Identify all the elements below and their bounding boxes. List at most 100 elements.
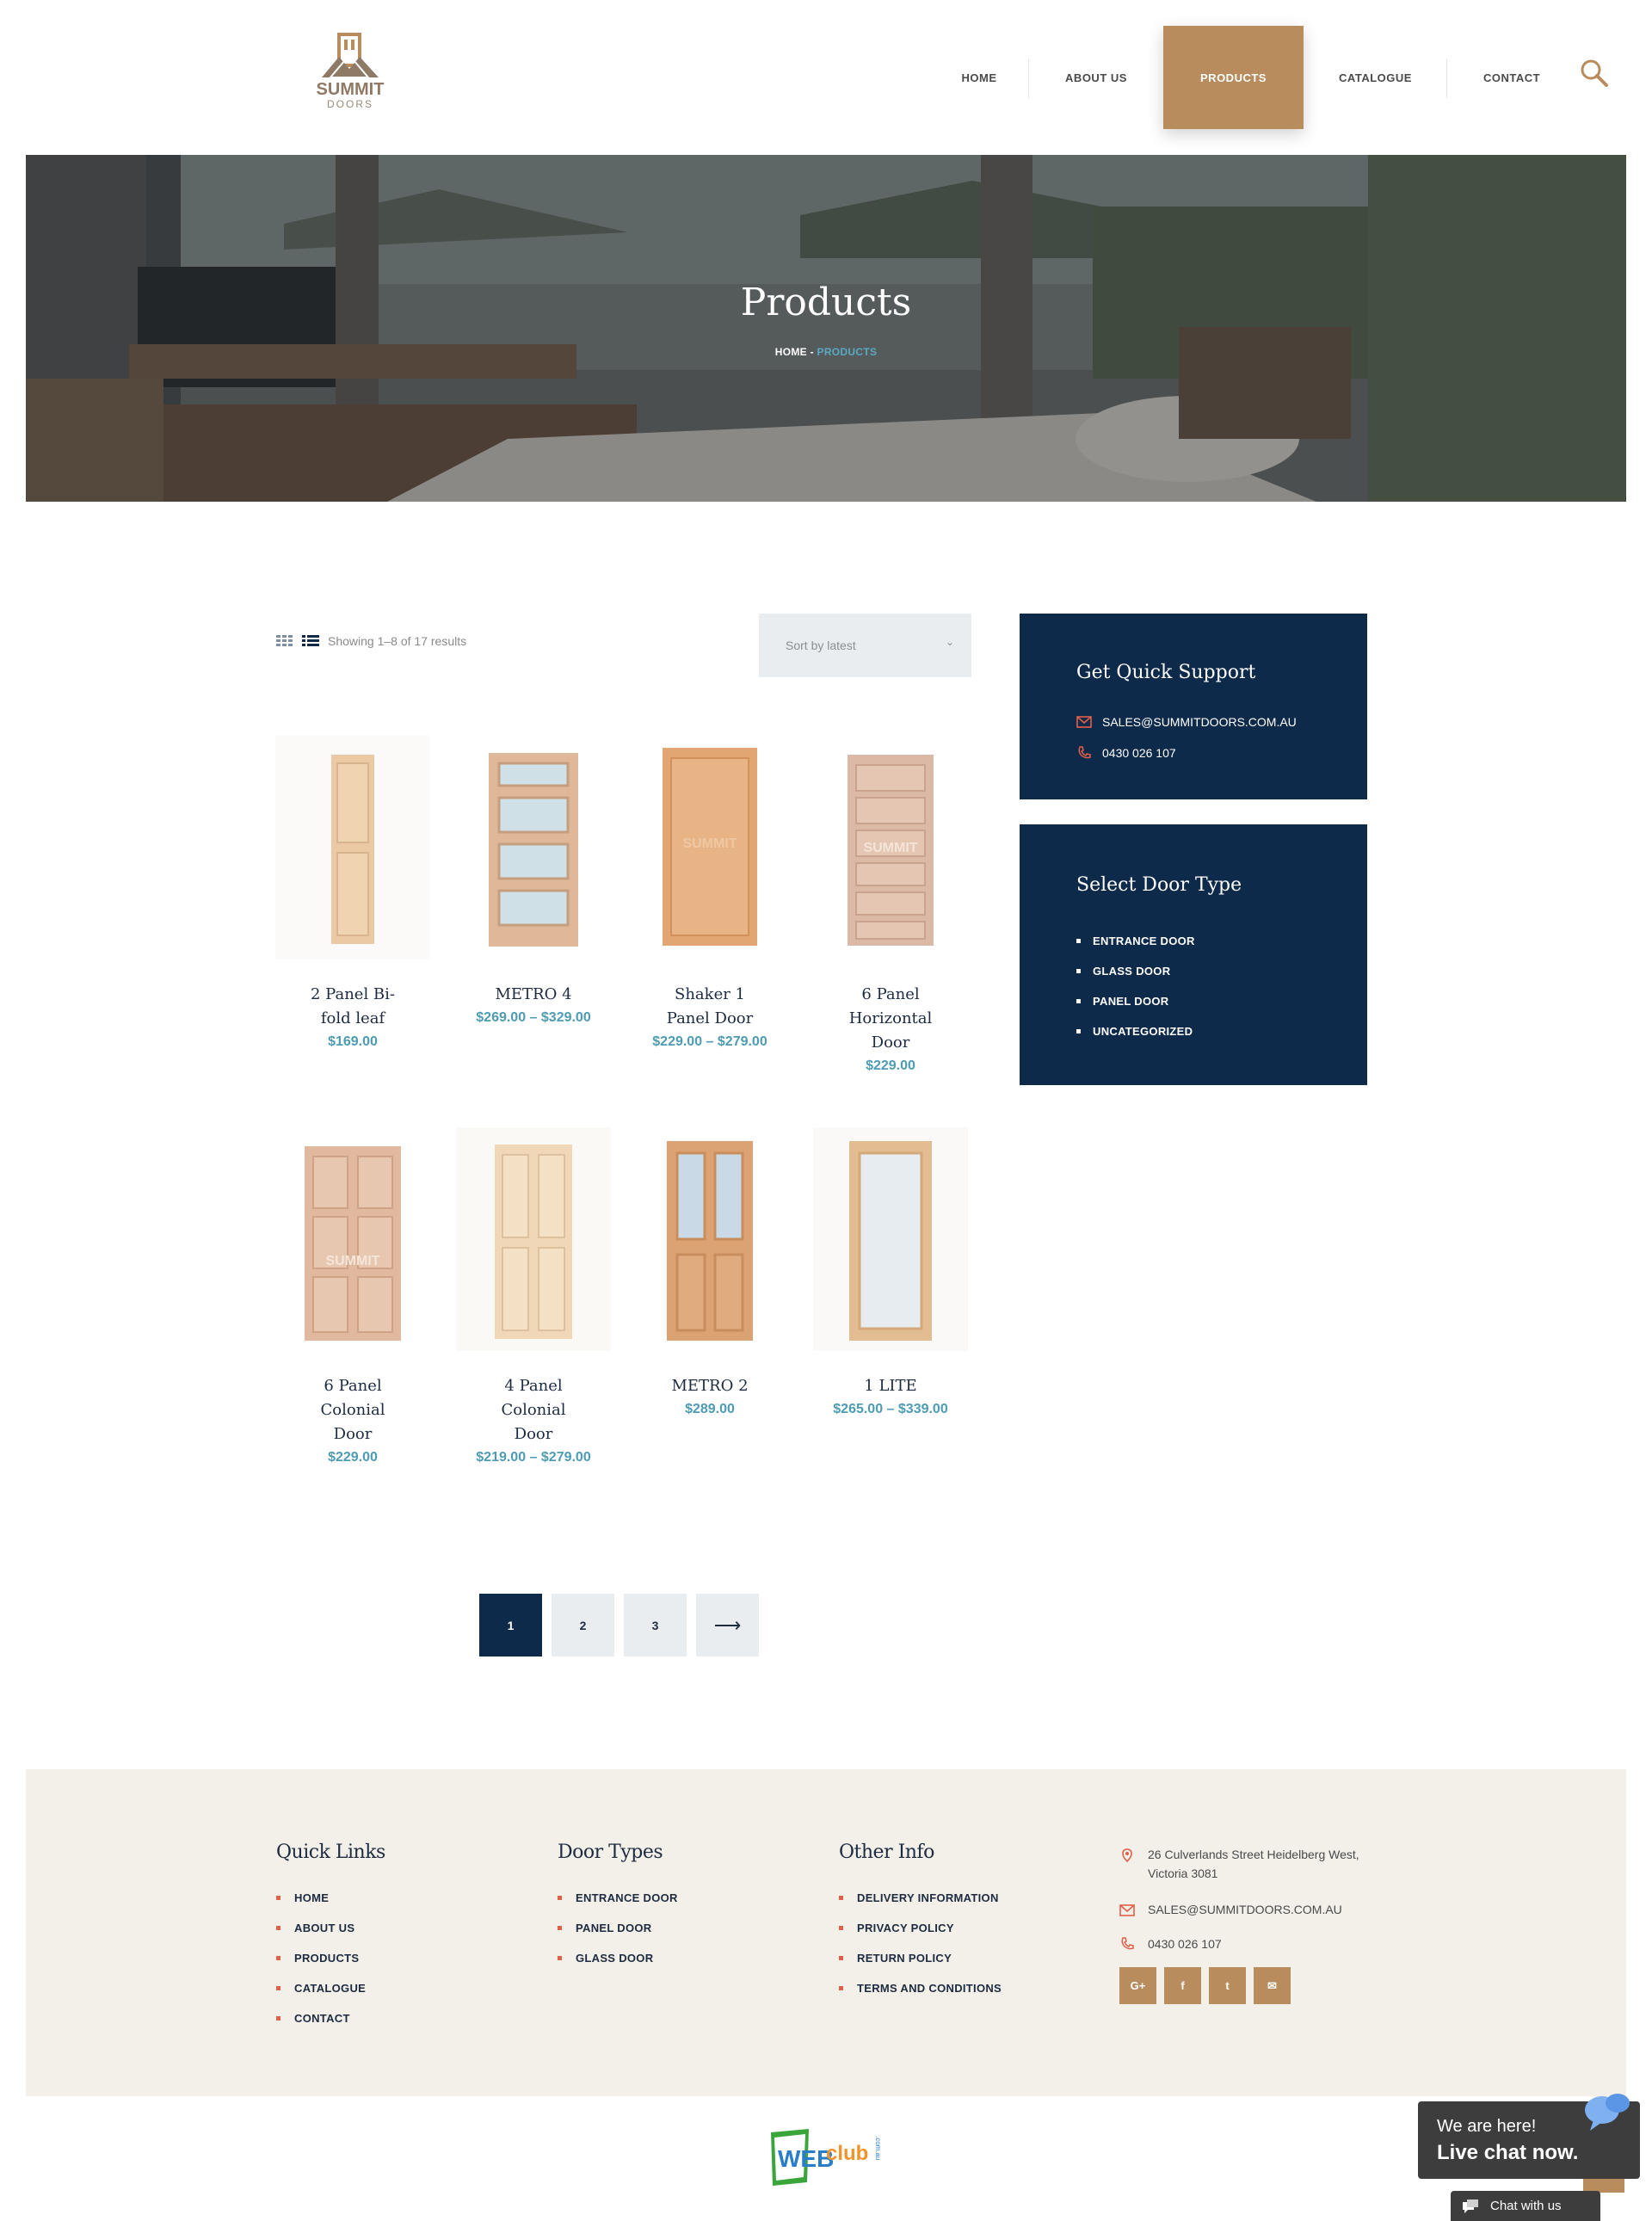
sort-select[interactable]: Sort by latest ⌄ — [759, 614, 971, 677]
product-card[interactable]: METRO 4 $269.00 – $329.00 — [456, 736, 611, 1026]
footer-link-panel-door[interactable]: PANEL DOOR — [558, 1913, 678, 1943]
footer-quick-links-title: Quick Links — [276, 1842, 385, 1863]
door-type-title: Select Door Type — [1076, 874, 1242, 896]
product-name[interactable]: METRO 4 — [486, 983, 581, 1007]
phone-icon — [1078, 746, 1091, 759]
product-card[interactable]: 4 Panel Colonial Door $219.00 – $279.00 — [456, 1127, 611, 1465]
facebook-icon[interactable]: f — [1164, 1967, 1201, 2004]
chat-line-2: Live chat now. — [1437, 2141, 1579, 2164]
product-image[interactable] — [632, 1127, 787, 1351]
product-name[interactable]: 1 LITE — [843, 1374, 938, 1398]
quick-support-title: Get Quick Support — [1076, 662, 1256, 683]
site-footer: Quick Links HOME ABOUT US PRODUCTS CATAL… — [26, 1769, 1626, 2096]
nav-catalogue[interactable]: CATALOGUE — [1304, 26, 1447, 129]
footer-link-entrance-door[interactable]: ENTRANCE DOOR — [558, 1883, 678, 1913]
chat-icon — [1463, 2199, 1478, 2213]
phone-icon — [1121, 1937, 1134, 1950]
twitter-icon[interactable]: t — [1209, 1967, 1246, 2004]
breadcrumb-home[interactable]: HOME — [775, 346, 807, 358]
product-image[interactable]: SUMMIT — [275, 1127, 430, 1351]
footer-link-about-us[interactable]: ABOUT US — [276, 1913, 385, 1943]
webclub-logo[interactable]: WEB club .com.au — [766, 2125, 886, 2187]
next-page-button[interactable]: ⟶ — [696, 1594, 759, 1656]
product-card[interactable]: SUMMIT Shaker 1 Panel Door $229.00 – $27… — [632, 736, 787, 1050]
product-name[interactable]: 6 Panel Horizontal Door — [843, 983, 938, 1055]
list-view-icon[interactable] — [302, 635, 319, 647]
grid-view-icon[interactable] — [276, 635, 293, 647]
product-image[interactable] — [456, 1127, 611, 1351]
support-phone[interactable]: 0430 026 107 — [1076, 745, 1176, 761]
footer-link-terms[interactable]: TERMS AND CONDITIONS — [839, 1973, 1002, 2003]
door-type-list: ENTRANCE DOOR GLASS DOOR PANEL DOOR UNCA… — [1076, 926, 1195, 1046]
product-card[interactable]: 2 Panel Bi-fold leaf $169.00 — [275, 736, 430, 1050]
product-name[interactable]: 4 Panel Colonial Door — [486, 1374, 581, 1447]
door-type-widget: Select Door Type ENTRANCE DOOR GLASS DOO… — [1020, 824, 1367, 1085]
nav-products[interactable]: PRODUCTS — [1163, 26, 1304, 129]
email-icon[interactable]: ✉ — [1254, 1967, 1291, 2004]
product-price: $169.00 — [328, 1034, 378, 1049]
product-price: $229.00 — [866, 1058, 915, 1073]
chevron-down-icon: ⌄ — [945, 636, 954, 648]
chat-with-us-tab[interactable]: Chat with us — [1451, 2191, 1600, 2221]
footer-link-products[interactable]: PRODUCTS — [276, 1943, 385, 1973]
webclub-badge-icon: WEB club .com.au — [771, 2129, 882, 2186]
footer-quick-links: Quick Links HOME ABOUT US PRODUCTS CATAL… — [276, 1842, 385, 2033]
product-price: $229.00 — [328, 1450, 378, 1465]
product-name[interactable]: 6 Panel Colonial Door — [305, 1374, 400, 1447]
footer-link-privacy[interactable]: PRIVACY POLICY — [839, 1913, 1002, 1943]
footer-phone[interactable]: 0430 026 107 — [1148, 1934, 1222, 1953]
results-count: Showing 1–8 of 17 results — [328, 634, 467, 648]
door-type-uncategorized[interactable]: UNCATEGORIZED — [1076, 1016, 1195, 1046]
door-type-glass[interactable]: GLASS DOOR — [1076, 956, 1195, 986]
page-3-button[interactable]: 3 — [624, 1594, 687, 1656]
page-2-button[interactable]: 2 — [552, 1594, 614, 1656]
nav-about-us[interactable]: ABOUT US — [1029, 26, 1163, 129]
footer-address-line2: Victoria 3081 — [1148, 1866, 1218, 1880]
arrow-right-icon: ⟶ — [713, 1613, 742, 1636]
door-type-panel[interactable]: PANEL DOOR — [1076, 986, 1195, 1016]
webclub-club-text: club — [826, 2142, 868, 2165]
webclub-domain-text: .com.au — [874, 2136, 882, 2160]
breadcrumb-current: PRODUCTS — [817, 346, 878, 358]
product-name[interactable]: METRO 2 — [663, 1374, 757, 1398]
footer-door-types: Door Types ENTRANCE DOOR PANEL DOOR GLAS… — [558, 1842, 678, 1973]
product-name[interactable]: Shaker 1 Panel Door — [663, 983, 757, 1031]
product-image[interactable] — [456, 736, 611, 959]
footer-link-glass-door[interactable]: GLASS DOOR — [558, 1943, 678, 1973]
svg-text:SUMMIT: SUMMIT — [863, 841, 917, 855]
product-price: $269.00 – $329.00 — [476, 1010, 591, 1025]
product-image[interactable] — [813, 1127, 968, 1351]
svg-text:SUMMIT: SUMMIT — [325, 1254, 379, 1268]
door-type-entrance[interactable]: ENTRANCE DOOR — [1076, 926, 1195, 956]
footer-link-contact[interactable]: CONTACT — [276, 2003, 385, 2033]
product-card[interactable]: SUMMIT 6 Panel Horizontal Door $229.00 — [813, 736, 968, 1074]
nav-contact[interactable]: CONTACT — [1447, 26, 1576, 129]
product-card[interactable]: METRO 2 $289.00 — [632, 1127, 787, 1417]
product-image[interactable] — [275, 736, 430, 959]
envelope-icon — [1076, 716, 1092, 728]
footer-link-delivery[interactable]: DELIVERY INFORMATION — [839, 1883, 1002, 1913]
main-nav: HOME ABOUT US PRODUCTS CATALOGUE CONTACT — [929, 26, 1576, 129]
page-1-button[interactable]: 1 — [479, 1594, 542, 1656]
footer-email[interactable]: SALES@SUMMITDOORS.COM.AU — [1148, 1900, 1342, 1919]
chat-line-1: We are here! — [1437, 2117, 1537, 2136]
product-price: $219.00 – $279.00 — [476, 1450, 591, 1465]
footer-link-home[interactable]: HOME — [276, 1883, 385, 1913]
footer-link-catalogue[interactable]: CATALOGUE — [276, 1973, 385, 2003]
product-card[interactable]: 1 LITE $265.00 – $339.00 — [813, 1127, 968, 1417]
footer-link-return[interactable]: RETURN POLICY — [839, 1943, 1002, 1973]
google-plus-icon[interactable]: G+ — [1119, 1967, 1156, 2004]
product-price: $265.00 – $339.00 — [833, 1402, 948, 1416]
nav-home[interactable]: HOME — [929, 26, 1029, 129]
site-header: SUMMIT DOORS HOME ABOUT US PRODUCTS CATA… — [0, 0, 1652, 155]
envelope-icon — [1119, 1904, 1135, 1916]
hero-background-image — [26, 155, 1626, 502]
support-email[interactable]: SALES@SUMMITDOORS.COM.AU — [1076, 715, 1297, 729]
product-image[interactable]: SUMMIT — [813, 736, 968, 959]
chat-tab-label: Chat with us — [1490, 2199, 1562, 2213]
product-image[interactable]: SUMMIT — [632, 736, 787, 959]
product-card[interactable]: SUMMIT 6 Panel Colonial Door $229.00 — [275, 1127, 430, 1465]
site-logo[interactable]: SUMMIT DOORS — [311, 31, 389, 124]
product-name[interactable]: 2 Panel Bi-fold leaf — [305, 983, 400, 1031]
search-icon[interactable] — [1580, 59, 1609, 88]
